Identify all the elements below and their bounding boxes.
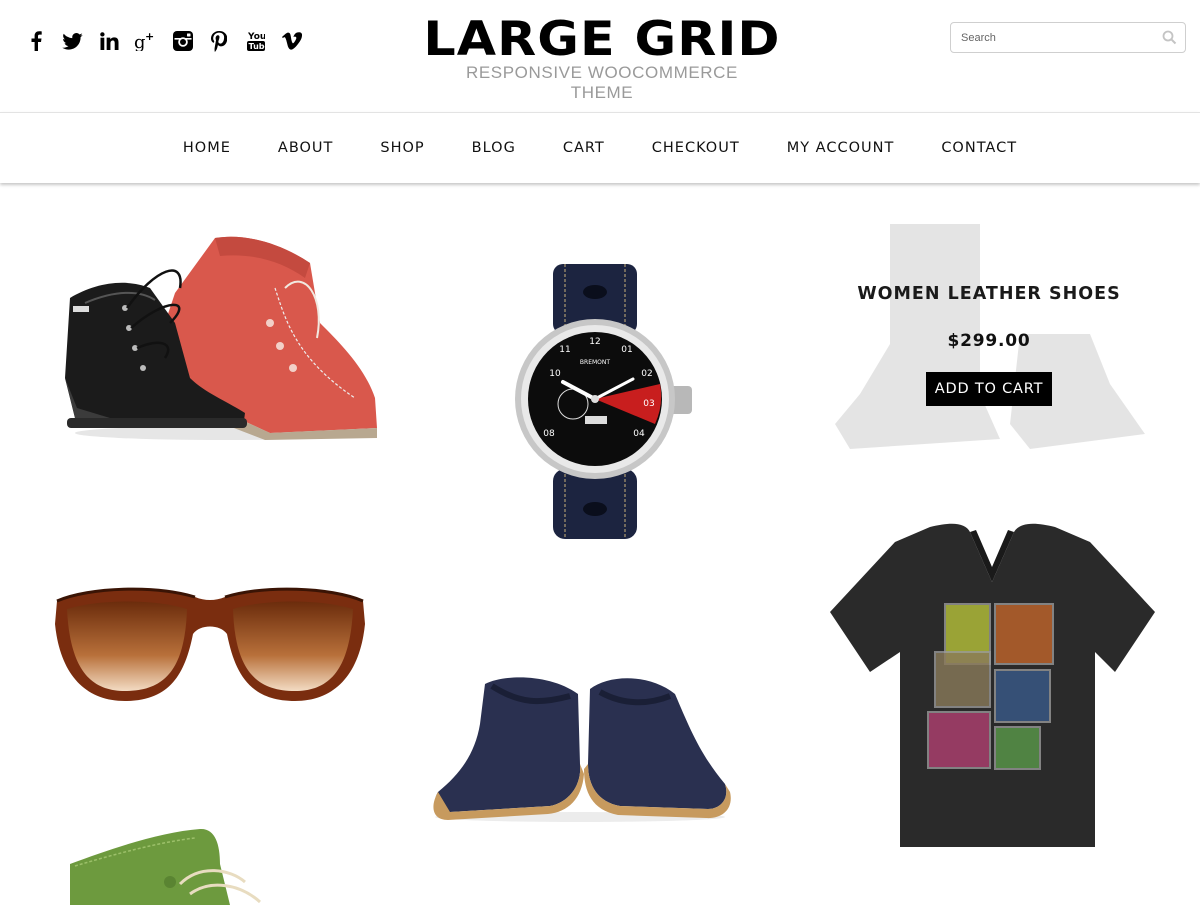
main-navigation: HOME ABOUT SHOP BLOG CART CHECKOUT MY AC… xyxy=(0,112,1200,183)
instagram-icon[interactable] xyxy=(164,28,201,54)
site-logo[interactable]: LARGE GRID RESPONSIVE WOOCOMMERCE THEME xyxy=(423,16,779,103)
pinterest-icon[interactable] xyxy=(201,28,238,54)
search-input[interactable] xyxy=(951,23,1151,52)
svg-text:+: + xyxy=(145,31,154,43)
svg-text:BREMONT: BREMONT xyxy=(580,359,610,366)
product-image-green-shoe[interactable] xyxy=(70,824,270,905)
twitter-icon[interactable] xyxy=(55,28,92,54)
svg-text:11: 11 xyxy=(559,345,570,355)
search-box xyxy=(950,22,1186,53)
social-links: g+ YouTube xyxy=(18,28,311,54)
featured-product: WOMEN LEATHER SHOES $299.00 ADD TO CART xyxy=(830,220,1148,470)
product-image-tshirt[interactable] xyxy=(830,522,1155,852)
product-image-sunglasses[interactable] xyxy=(45,579,375,709)
nav-item-my-account[interactable]: MY ACCOUNT xyxy=(763,140,918,156)
svg-text:12: 12 xyxy=(589,337,600,347)
nav-item-shop[interactable]: SHOP xyxy=(357,140,448,156)
youtube-icon[interactable]: YouTube xyxy=(238,28,275,54)
svg-text:01: 01 xyxy=(621,345,632,355)
nav-item-about[interactable]: ABOUT xyxy=(254,140,357,156)
product-grid: 12 01 02 03 04 10 08 11 BREMONT WOMEN LEATHER… xyxy=(0,184,1200,905)
product-image-watch[interactable]: 12 01 02 03 04 10 08 11 BREMONT xyxy=(505,264,705,539)
svg-text:g: g xyxy=(134,32,146,51)
site-header: g+ YouTube LARGE GRID RESPONSIVE WOOCOMM… xyxy=(0,0,1200,112)
svg-text:10: 10 xyxy=(549,369,561,379)
svg-text:Tube: Tube xyxy=(248,42,265,51)
product-price: $299.00 xyxy=(947,331,1031,351)
linkedin-icon[interactable] xyxy=(91,28,128,54)
google-plus-icon[interactable]: g + xyxy=(128,28,165,54)
product-title[interactable]: WOMEN LEATHER SHOES xyxy=(857,284,1120,304)
nav-item-contact[interactable]: CONTACT xyxy=(918,140,1041,156)
svg-text:02: 02 xyxy=(641,369,652,379)
nav-item-blog[interactable]: BLOG xyxy=(448,140,539,156)
search-icon[interactable] xyxy=(1162,30,1177,45)
svg-text:03: 03 xyxy=(643,399,654,409)
facebook-icon[interactable] xyxy=(18,28,55,54)
add-to-cart-button[interactable]: ADD TO CART xyxy=(926,372,1052,406)
nav-item-checkout[interactable]: CHECKOUT xyxy=(628,140,763,156)
logo-title: LARGE GRID xyxy=(423,12,781,67)
product-image-suede-shoes[interactable] xyxy=(430,674,735,824)
vimeo-icon[interactable] xyxy=(274,28,311,54)
svg-text:08: 08 xyxy=(543,429,555,439)
nav-item-cart[interactable]: CART xyxy=(539,140,628,156)
svg-text:You: You xyxy=(247,32,265,42)
nav-menu: HOME ABOUT SHOP BLOG CART CHECKOUT MY AC… xyxy=(0,113,1200,183)
logo-subtitle: RESPONSIVE WOOCOMMERCE THEME xyxy=(465,63,738,102)
nav-item-home[interactable]: HOME xyxy=(159,140,254,156)
product-image-boots[interactable] xyxy=(55,228,385,443)
svg-text:04: 04 xyxy=(633,429,645,439)
